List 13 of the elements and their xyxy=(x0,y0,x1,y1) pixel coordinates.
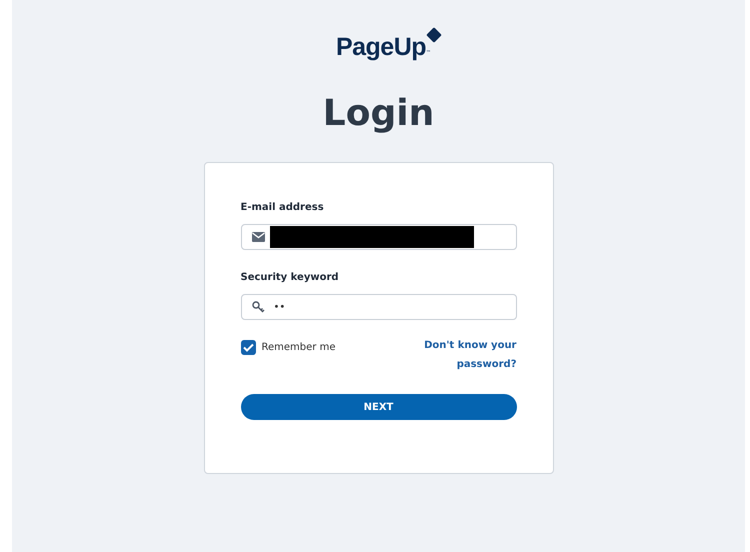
checkbox-label: Remember me xyxy=(262,342,336,353)
logo-wordmark: PageUp xyxy=(336,32,426,62)
forgot-password-link[interactable]: Don't know your password? xyxy=(416,336,516,374)
password-field[interactable]: •• xyxy=(240,294,516,320)
next-button[interactable]: NEXT xyxy=(240,394,516,420)
field-label: Security keyword xyxy=(240,271,340,285)
envelope-icon xyxy=(252,232,264,242)
remember-checkbox[interactable] xyxy=(240,340,256,355)
page-title: Login xyxy=(322,92,434,136)
key-icon xyxy=(252,301,264,313)
password-value: •• xyxy=(274,302,286,312)
email-field[interactable] xyxy=(240,224,516,250)
field-label: E-mail address xyxy=(240,201,325,215)
